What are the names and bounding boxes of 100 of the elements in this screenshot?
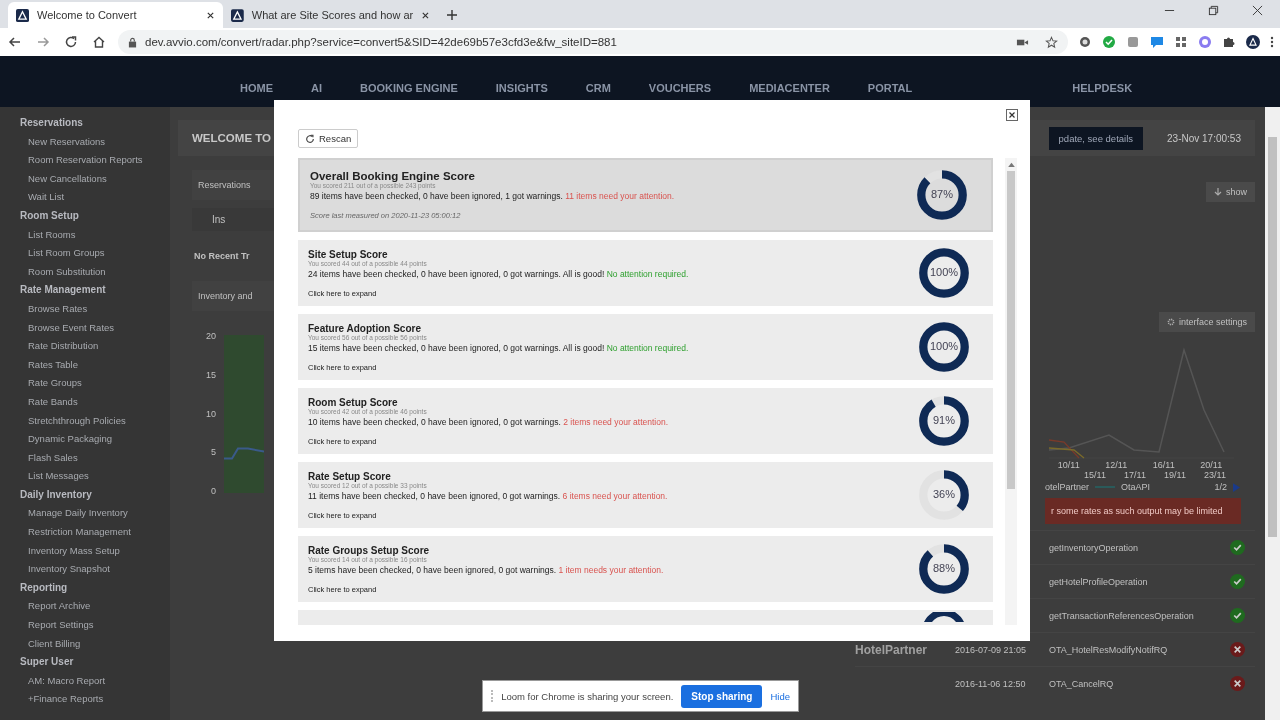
extension-icon[interactable] xyxy=(1198,35,1212,49)
hide-link[interactable]: Hide xyxy=(770,690,790,702)
axis-tick: 0 xyxy=(210,486,216,496)
nav-link[interactable]: VOUCHERS xyxy=(648,82,712,94)
star-icon[interactable] xyxy=(1045,35,1058,49)
sidebar-item[interactable]: Rate Groups xyxy=(20,374,170,393)
sidebar-heading: Rate Management xyxy=(20,283,107,298)
score-percent: 91% xyxy=(932,414,956,426)
card-title: Feature Adoption Score xyxy=(308,322,422,334)
sidebar-heading: Room Setup xyxy=(20,208,80,223)
time-text: 2016-11-06 12:50 xyxy=(955,678,1027,689)
browser-tab[interactable]: Welcome to Convert xyxy=(8,2,223,28)
nav-link[interactable]: BOOKING ENGINE xyxy=(360,82,458,94)
back-icon[interactable] xyxy=(8,35,22,49)
nav-link[interactable]: MEDIACENTER xyxy=(749,82,830,94)
restore-icon[interactable] xyxy=(1208,4,1219,16)
axis-tick: 15 xyxy=(206,369,216,380)
nav-link[interactable]: HOME xyxy=(240,82,273,94)
sidebar-item[interactable]: Inventory Snapshot xyxy=(20,560,170,579)
menu-icon[interactable] xyxy=(1270,35,1274,49)
drag-handle[interactable] xyxy=(491,690,494,702)
axis-tick: 20 xyxy=(206,331,216,341)
nav-link[interactable]: AI xyxy=(311,82,322,94)
new-tab-icon[interactable] xyxy=(446,9,458,21)
avatar-icon[interactable] xyxy=(1246,35,1260,49)
sidebar-item[interactable]: List Room Groups xyxy=(20,244,170,263)
card-title: Overall Booking Engine Score xyxy=(310,170,476,182)
sidebar-item[interactable]: Report Archive xyxy=(20,597,170,617)
show-button[interactable]: show xyxy=(1206,182,1255,202)
summary-text: 10 items have been checked, 0 have been ignored, 0 got warnings. 2 items need your attention. xyxy=(308,416,670,427)
sidebar-item[interactable]: Room Reservation Reports xyxy=(20,151,170,170)
score-percent: 100% xyxy=(928,266,960,278)
operation-name: OTA_CancelRQ xyxy=(1049,678,1115,689)
summary-text: 11 items have been checked, 0 have been ignored, 0 got warnings. 6 items need your attention. xyxy=(308,490,669,501)
sidebar-item[interactable]: Restriction Management xyxy=(20,523,170,542)
close-icon[interactable] xyxy=(421,10,430,20)
reload-icon[interactable] xyxy=(64,35,78,49)
close-icon[interactable] xyxy=(1006,109,1018,121)
card-title: Site Setup Score xyxy=(308,248,389,260)
chat-icon[interactable] xyxy=(1150,35,1164,49)
sidebar-heading: Super User xyxy=(20,655,75,670)
sidebar-item[interactable]: Flash Sales xyxy=(20,448,170,468)
card-title: Rate Groups Setup Score xyxy=(308,544,431,556)
address-field[interactable]: dev.avvio.com/convert/radar.php?service=convert5&SID=42de69b57e3cfd3e&fw_siteID=881 xyxy=(118,30,1068,54)
sidebar-item[interactable]: +Finance Reports xyxy=(20,690,170,709)
grid-icon[interactable] xyxy=(1174,35,1188,49)
browser-tab[interactable]: What are Site Scores and how ar xyxy=(223,2,438,28)
sidebar-item[interactable]: Report Settings xyxy=(20,616,170,635)
sidebar-item[interactable]: Manage Daily Inventory xyxy=(20,504,170,524)
sidebar-item[interactable]: Browse Rates xyxy=(20,299,170,319)
warning-banner: r some rates as such output may be limited xyxy=(1045,498,1241,524)
summary-text: 5 items have been checked, 0 have been ignored, 0 got warnings. 1 item needs your attention. xyxy=(308,564,665,575)
axis-tick: 10 xyxy=(206,408,216,419)
score-percent: 88% xyxy=(932,562,956,574)
close-icon[interactable] xyxy=(206,10,215,20)
scroll-up-icon[interactable] xyxy=(1007,162,1015,167)
sidebar-item[interactable]: Inventory Mass Setup xyxy=(20,541,170,561)
sidebar-item[interactable]: Dynamic Packaging xyxy=(20,430,170,449)
axis-tick: 16/11 xyxy=(1152,460,1175,470)
helpdesk-link[interactable]: HELPDESK xyxy=(1072,82,1133,94)
sidebar-item[interactable]: New Reservations xyxy=(20,132,170,152)
scrollbar[interactable] xyxy=(1265,107,1280,720)
sharing-message: Loom for Chrome is sharing your screen. xyxy=(501,690,674,702)
sidebar-item[interactable]: New Cancellations xyxy=(20,169,170,189)
operation-name: getInventoryOperation xyxy=(1049,542,1140,553)
sidebar-item[interactable]: Rate Distribution xyxy=(20,337,170,356)
nav-link[interactable]: INSIGHTS xyxy=(495,82,548,94)
rescan-button[interactable]: Rescan xyxy=(298,129,359,148)
sidebar-item[interactable]: Rates Table xyxy=(20,355,170,375)
stop-sharing-button[interactable]: Stop sharing xyxy=(681,684,763,708)
empty-text: No Recent Tr xyxy=(193,250,251,263)
forward-icon[interactable] xyxy=(36,35,50,49)
sidebar-item[interactable]: Wait List xyxy=(20,188,170,207)
axis-tick: 15/11 xyxy=(1084,470,1106,480)
nav-link[interactable]: CRM xyxy=(585,82,611,94)
score-percent: 100% xyxy=(928,340,960,352)
arrow-down-icon xyxy=(1214,188,1222,196)
sidebar-item[interactable]: Room Substitution xyxy=(20,262,170,282)
scrollbar[interactable] xyxy=(1005,158,1017,625)
settings-button[interactable]: interface settings xyxy=(1158,312,1255,332)
check-icon[interactable] xyxy=(1102,35,1116,49)
legend-label: otelPartner xyxy=(1045,482,1090,492)
sidebar-item[interactable]: Rate Bands xyxy=(20,392,170,412)
details-button[interactable]: pdate, see details xyxy=(1048,126,1144,150)
sidebar-item[interactable]: Client Billing xyxy=(20,634,170,654)
logo-icon xyxy=(231,8,244,22)
puzzle-icon[interactable] xyxy=(1222,35,1236,49)
sidebar-item[interactable]: Stretchthrough Policies xyxy=(20,411,170,431)
sidebar-item[interactable]: List Rooms xyxy=(20,225,170,245)
home-icon[interactable] xyxy=(92,35,106,49)
sidebar-item[interactable]: AM: Macro Report xyxy=(20,671,170,691)
close-icon[interactable] xyxy=(1252,4,1263,16)
sidebar-item[interactable]: Browse Event Rates xyxy=(20,318,170,338)
logo-icon xyxy=(16,8,29,22)
card-title: Rate Setup Score xyxy=(308,470,392,482)
extension-icon[interactable] xyxy=(1078,35,1092,49)
score-card[interactable] xyxy=(298,158,993,232)
sidebar-heading: Reporting xyxy=(20,580,69,595)
nav-link[interactable]: PORTAL xyxy=(867,82,913,94)
sidebar-item[interactable]: List Messages xyxy=(20,467,170,486)
